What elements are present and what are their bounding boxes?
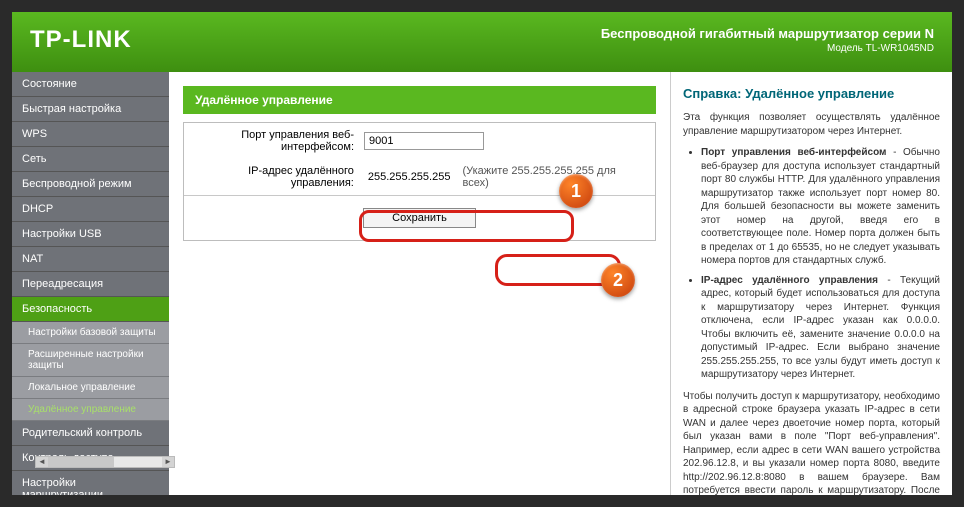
help-term: IP-адрес удалённого управления [701, 275, 878, 286]
button-row: Сохранить [184, 195, 655, 240]
ip-label: IP-адрес удалённого управления: [194, 165, 364, 189]
sidebar-scrollbar[interactable]: ◄ ► [35, 456, 175, 468]
ip-value: 255.255.255.255 [364, 169, 455, 185]
help-title: Справка: Удалённое управление [683, 86, 940, 101]
ip-hint: (Укажите 255.255.255.255 для всех) [462, 165, 645, 189]
help-intro: Эта функция позволяет осуществлять удалё… [683, 111, 940, 138]
port-label: Порт управления веб-интерфейсом: [194, 129, 364, 153]
sidebar-sub[interactable]: Расширенные настройки защиты [12, 344, 169, 377]
port-input[interactable] [364, 132, 484, 150]
ip-row: IP-адрес удалённого управления: 255.255.… [184, 159, 655, 195]
help-text: - Текущий адрес, который будет использов… [701, 275, 940, 381]
help-term: Порт управления веб-интерфейсом [701, 147, 886, 158]
product-model: Модель TL-WR1045ND [601, 43, 934, 54]
sidebar-item[interactable]: Переадресация [12, 272, 169, 297]
sidebar-sub[interactable]: Настройки базовой защиты [12, 322, 169, 344]
sidebar-item[interactable]: DHCP [12, 197, 169, 222]
save-button[interactable]: Сохранить [363, 208, 476, 228]
sidebar: Состояние Быстрая настройка WPS Сеть Бес… [12, 72, 169, 495]
main-content: Удалённое управление Порт управления веб… [169, 72, 670, 495]
help-panel: Справка: Удалённое управление Эта функци… [670, 72, 952, 495]
sidebar-item[interactable]: Быстрая настройка [12, 97, 169, 122]
header: TP-LINK Беспроводной гигабитный маршрути… [12, 12, 952, 72]
sidebar-item-security[interactable]: Безопасность [12, 297, 169, 322]
sidebar-item[interactable]: Родительский контроль [12, 421, 169, 446]
sidebar-item[interactable]: WPS [12, 122, 169, 147]
logo: TP-LINK [30, 26, 132, 54]
sidebar-item[interactable]: Беспроводной режим [12, 172, 169, 197]
scrollbar-thumb[interactable] [48, 457, 114, 467]
sidebar-sub[interactable]: Локальное управление [12, 377, 169, 399]
sidebar-item[interactable]: NAT [12, 247, 169, 272]
help-para: Чтобы получить доступ к маршрутизатору, … [683, 390, 940, 496]
sidebar-sub-remote[interactable]: Удалённое управление [12, 399, 169, 421]
sidebar-item[interactable]: Сеть [12, 147, 169, 172]
header-right: Беспроводной гигабитный маршрутизатор се… [601, 26, 934, 54]
highlight-annotation [495, 254, 621, 286]
port-row: Порт управления веб-интерфейсом: [184, 123, 655, 159]
form-panel: Порт управления веб-интерфейсом: IP-адре… [183, 122, 656, 241]
sidebar-item[interactable]: Состояние [12, 72, 169, 97]
panel-title: Удалённое управление [183, 86, 656, 114]
scroll-left-icon[interactable]: ◄ [36, 457, 48, 467]
help-bullet: IP-адрес удалённого управления - Текущий… [701, 274, 940, 382]
sidebar-item[interactable]: Настройки маршрутизации [12, 471, 169, 495]
sidebar-item[interactable]: Настройки USB [12, 222, 169, 247]
help-bullet: Порт управления веб-интерфейсом - Обычно… [701, 146, 940, 268]
scroll-right-icon[interactable]: ► [162, 457, 174, 467]
callout-2: 2 [601, 263, 635, 297]
help-text: - Обычно веб-браузер для доступа использ… [701, 147, 940, 266]
product-title: Беспроводной гигабитный маршрутизатор се… [601, 26, 934, 41]
